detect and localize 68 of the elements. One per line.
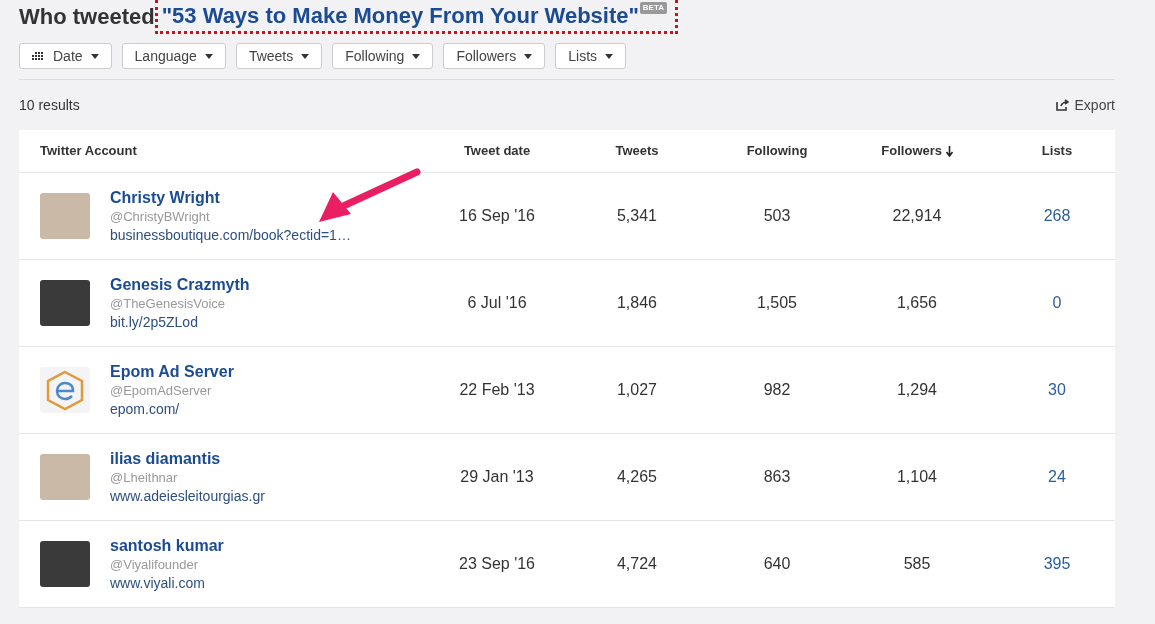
table-cell-text: 1,656 [896, 293, 937, 313]
table-cell-text: 22,914 [892, 206, 942, 226]
results-count: 10 results [19, 95, 80, 115]
filter-dropdown[interactable]: Following [332, 43, 434, 69]
table-cell-text: 4,724 [616, 554, 657, 574]
account-name-link[interactable]: santosh kumar [110, 536, 224, 556]
column-header[interactable]: Tweets [615, 141, 659, 161]
photo-placeholder [40, 193, 90, 239]
table-cell-text: 1,505 [756, 293, 797, 313]
account-handle: @EpomAdServer [110, 382, 213, 400]
filter-dropdown[interactable]: Followers [443, 43, 546, 69]
photo-placeholder [40, 541, 90, 587]
lists-count-link[interactable]: 395 [1043, 552, 1071, 576]
caret-icon [605, 53, 614, 59]
lists-count-link[interactable]: 268 [1043, 204, 1071, 228]
account-handle: @Viyalifounder [110, 556, 200, 574]
website-link[interactable]: bit.ly/2p5ZLod [110, 313, 250, 331]
lists-count-link[interactable]: 30 [1048, 378, 1066, 402]
account-handle: @TheGenesisVoice [110, 295, 227, 313]
account-handle: @Lheithnar [110, 469, 179, 487]
filter-dropdown[interactable]: Lists [555, 43, 627, 69]
caret-icon [412, 53, 421, 59]
table-cell-text: 585 [903, 554, 931, 574]
table-cell-text: 4,265 [616, 467, 657, 487]
table-cell-text: 6 Jul '16 [467, 293, 527, 313]
account-name-link[interactable]: Genesis Crazmyth [110, 275, 250, 295]
lists-count-link[interactable]: 0 [1052, 291, 1062, 315]
table-cell-text: 5,341 [616, 206, 657, 226]
website-link[interactable]: www.viyali.com [110, 574, 224, 592]
caret-icon [524, 53, 533, 59]
account-name-link[interactable]: ilias diamantis [110, 449, 265, 469]
column-header[interactable]: Tweet date [463, 141, 531, 161]
table-cell-text: 23 Sep '16 [459, 554, 535, 574]
column-header[interactable]: Following [746, 141, 808, 161]
filter-dropdown[interactable]: Date [19, 43, 112, 69]
export-icon [1055, 99, 1069, 111]
export-button[interactable]: Export [1055, 94, 1115, 116]
table-cell-text: 640 [763, 554, 791, 574]
filter-dropdown[interactable]: Language [121, 43, 226, 69]
column-header[interactable]: Twitter Account [40, 141, 427, 161]
table-cell-text: 1,027 [616, 380, 657, 400]
table-cell-text: 29 Jan '13 [460, 467, 534, 487]
caret-icon [90, 53, 99, 59]
table-cell-text: 1,104 [896, 467, 937, 487]
account-name-link[interactable]: Epom Ad Server [110, 362, 234, 382]
table-cell-text: 16 Sep '16 [459, 206, 535, 226]
hexagon-logo-icon [40, 367, 90, 413]
table-cell-text: 503 [763, 206, 791, 226]
table-cell-text: 863 [763, 467, 791, 487]
beta-badge: BETA [639, 2, 667, 14]
website-link[interactable]: www.adeiesleitourgias.gr [110, 487, 265, 505]
caret-icon [301, 53, 310, 59]
table-cell-text: 22 Feb '13 [459, 380, 535, 400]
account-name-link[interactable]: Christy Wright [110, 188, 351, 208]
column-header[interactable]: Followers [881, 141, 953, 161]
table-cell-text: 1,294 [896, 380, 937, 400]
photo-placeholder [40, 454, 90, 500]
table-cell-text: 982 [763, 380, 791, 400]
column-header[interactable]: Lists [1041, 141, 1073, 161]
filter-dropdown[interactable]: Tweets [235, 43, 323, 69]
table-cell-text: 1,846 [616, 293, 657, 313]
account-handle: @ChristyBWright [110, 208, 211, 226]
website-link[interactable]: epom.com/ [110, 400, 234, 418]
page-title: Who tweeted [19, 3, 155, 31]
website-link[interactable]: businessboutique.com/book?ectid=1… [110, 226, 351, 244]
photo-placeholder [40, 280, 90, 326]
lists-count-link[interactable]: 24 [1048, 465, 1066, 489]
caret-icon [204, 53, 213, 59]
